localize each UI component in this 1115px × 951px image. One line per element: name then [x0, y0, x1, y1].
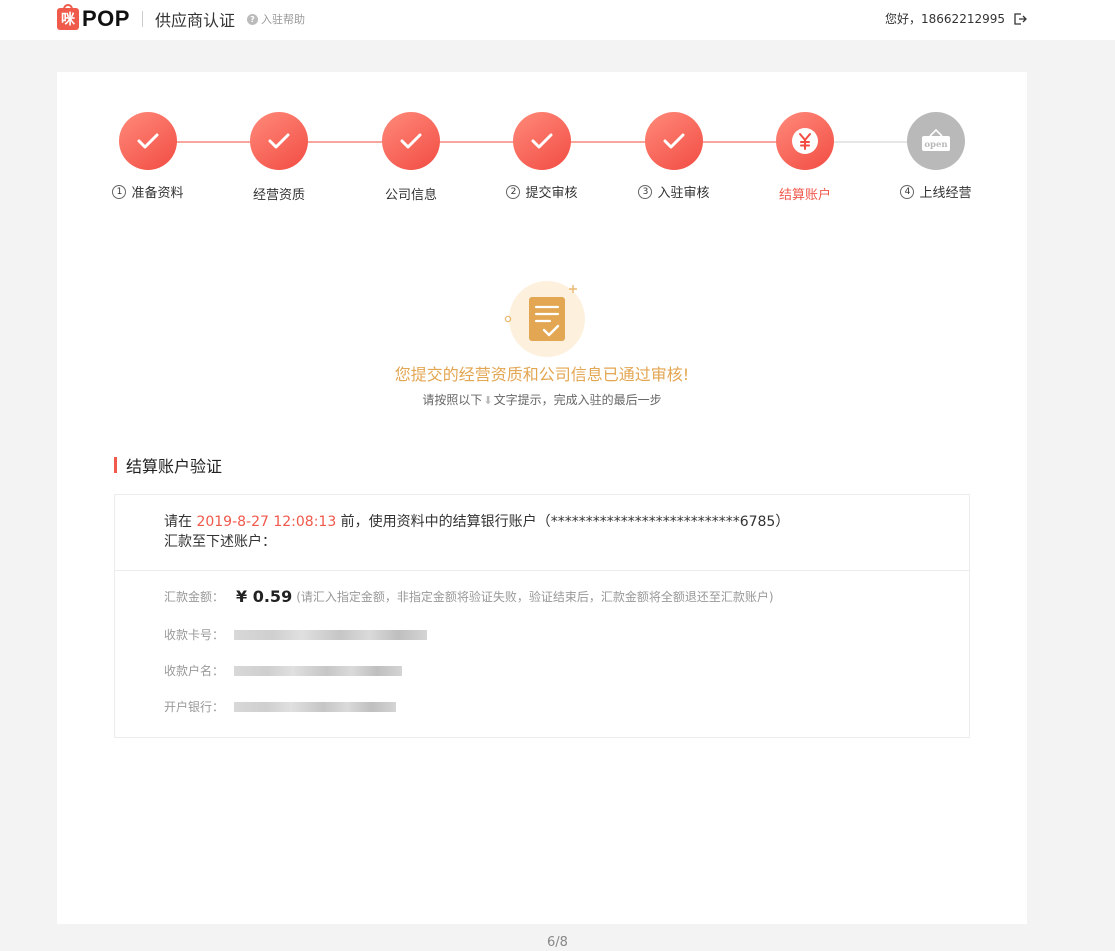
section-title: 结算账户验证 [114, 453, 222, 477]
step-number: 3 [638, 184, 653, 199]
help-label: 入驻帮助 [260, 13, 305, 26]
account-name-redacted [234, 665, 403, 676]
instruction-line2: 汇款至下述账户： [164, 534, 276, 550]
instruction-suffix: ） [775, 514, 790, 530]
amount-row: 汇款金额： ¥ 0.59 (请汇入指定金额，非指定金额将验证失败，验证结束后，汇… [164, 587, 774, 606]
logo-bag-icon: 咪 [57, 4, 79, 30]
step-label: 结算账户 [745, 184, 865, 203]
brand-logo[interactable]: 咪 POP 供应商认证 ? 入驻帮助 [57, 4, 305, 32]
step-7-pending: open 4 上线经营 [876, 112, 996, 201]
account-name-row: 收款户名： [164, 662, 403, 679]
approval-subtitle: 请按照以下⬇文字提示，完成入驻的最后一步 [57, 391, 1027, 408]
check-icon [513, 112, 571, 170]
info-divider [115, 570, 969, 571]
yuan-icon [776, 112, 834, 170]
page-indicator: 6/8 [547, 935, 568, 950]
step-label: 公司信息 [351, 184, 471, 203]
subtitle-after: 文字提示，完成入驻的最后一步 [493, 393, 662, 407]
step-text: 准备资料 [131, 186, 184, 201]
amount-note: (请汇入指定金额，非指定金额将验证失败，验证结束后，汇款金额将全额退还至汇款账户… [296, 590, 774, 604]
logo-text: POP [82, 6, 130, 31]
section-title-text: 结算账户验证 [126, 457, 223, 476]
top-bar: 咪 POP 供应商认证 ? 入驻帮助 您好，18662212995 [0, 0, 1115, 40]
user-info: 您好，18662212995 [885, 10, 1027, 27]
step-label: 1 准备资料 [88, 182, 208, 201]
header-divider [141, 11, 143, 27]
step-label: 4 上线经营 [876, 182, 996, 201]
step-3: 公司信息 [351, 112, 471, 203]
step-2: 经营资质 [219, 112, 339, 203]
step-number: 2 [506, 184, 521, 199]
check-icon [382, 112, 440, 170]
step-text: 提交审核 [525, 186, 578, 201]
step-label: 经营资质 [219, 184, 339, 203]
step-number: 1 [112, 184, 127, 199]
bank-row: 开户银行： [164, 698, 397, 715]
deadline: 2019-8-27 12:08:13 [196, 514, 337, 530]
step-4: 2 提交审核 [482, 112, 602, 201]
section-accent-bar [114, 457, 117, 473]
verification-box: 请在 2019-8-27 12:08:13 前，使用资料中的结算银行账户（***… [114, 494, 970, 738]
bank-name-redacted [234, 701, 397, 712]
question-icon: ? [246, 13, 258, 25]
portal-title: 供应商认证 [154, 11, 235, 30]
greeting: 您好，18662212995 [885, 12, 1005, 26]
check-icon [645, 112, 703, 170]
step-label: 2 提交审核 [482, 182, 602, 201]
check-icon [119, 112, 177, 170]
help-link[interactable]: ? 入驻帮助 [246, 11, 305, 27]
card-number-row: 收款卡号： [164, 626, 428, 643]
bank-label: 开户银行： [164, 700, 225, 714]
card-number-label: 收款卡号： [164, 628, 225, 642]
step-1: 1 准备资料 [88, 112, 208, 201]
step-text: 上线经营 [919, 186, 972, 201]
step-text: 结算账户 [778, 188, 831, 203]
instruction-middle: 前，使用资料中的结算银行账户（ [336, 514, 551, 530]
amount-value: ¥ 0.59 [236, 587, 293, 606]
step-5: 3 入驻审核 [614, 112, 734, 201]
progress-steps: 1 准备资料 经营资质 公司信息 2 提交审核 3 入驻审核 结算账户 open… [57, 72, 1027, 212]
approved-document-icon [504, 281, 585, 357]
approval-title: 您提交的经营资质和公司信息已通过审核! [394, 365, 690, 384]
check-icon [250, 112, 308, 170]
svg-text:open: open [924, 140, 947, 150]
masked-account: ***************************6785 [550, 514, 776, 530]
main-card: 1 准备资料 经营资质 公司信息 2 提交审核 3 入驻审核 结算账户 open… [57, 72, 1027, 924]
card-number-redacted [234, 629, 428, 640]
step-label: 3 入驻审核 [614, 182, 734, 201]
amount-label: 汇款金额： [164, 590, 225, 604]
subtitle-before: 请按照以下 [422, 393, 483, 407]
arrow-down-icon: ⬇ [483, 394, 493, 407]
step-text: 公司信息 [384, 188, 437, 203]
open-sign-icon: open [907, 112, 965, 170]
logout-icon[interactable] [1013, 12, 1027, 26]
step-text: 入驻审核 [657, 186, 710, 201]
instruction-prefix: 请在 [164, 514, 197, 530]
step-number: 4 [900, 184, 915, 199]
verification-instruction: 请在 2019-8-27 12:08:13 前，使用资料中的结算银行账户（***… [164, 512, 789, 552]
step-6-active: 结算账户 [745, 112, 865, 203]
step-text: 经营资质 [252, 188, 305, 203]
account-name-label: 收款户名： [164, 664, 225, 678]
